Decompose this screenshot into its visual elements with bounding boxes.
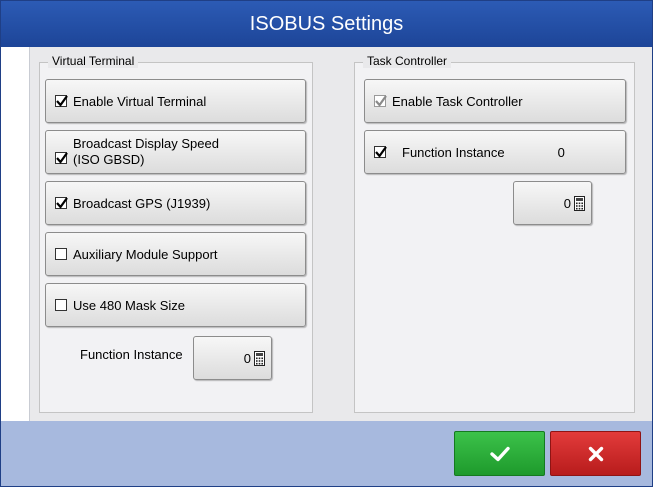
tc-function-instance-checkbox[interactable]	[374, 146, 387, 158]
broadcast-display-speed-checkbox[interactable]	[55, 152, 68, 164]
isobus-settings-window: ISOBUS Settings Virtual Terminal Enable …	[0, 0, 653, 487]
virtual-terminal-group: Virtual Terminal Enable Virtual Terminal…	[39, 54, 313, 413]
calculator-icon	[574, 195, 585, 211]
calculator-icon	[254, 350, 265, 366]
broadcast-gps-option[interactable]: Broadcast GPS (J1939)	[45, 181, 306, 225]
task-controller-group: Task Controller Enable Task Controller F…	[354, 54, 635, 413]
virtual-terminal-label: Virtual Terminal	[48, 54, 139, 68]
use-480-mask-size-option[interactable]: Use 480 Mask Size	[45, 283, 306, 327]
enable-task-controller-checkbox[interactable]	[374, 95, 387, 107]
broadcast-display-speed-sublabel: (ISO GBSD)	[73, 152, 145, 167]
broadcast-gps-label: Broadcast GPS (J1939)	[73, 195, 211, 211]
check-icon	[56, 95, 68, 107]
enable-virtual-terminal-checkbox[interactable]	[55, 95, 68, 107]
cancel-button[interactable]	[550, 431, 641, 476]
tc-function-instance-button[interactable]: 0	[513, 181, 592, 225]
task-controller-label: Task Controller	[363, 54, 452, 68]
window-title: ISOBUS Settings	[1, 1, 652, 47]
auxiliary-module-support-checkbox[interactable]	[55, 248, 67, 260]
check-icon	[375, 146, 387, 158]
broadcast-gps-checkbox[interactable]	[55, 197, 68, 209]
broadcast-display-speed-option[interactable]: Broadcast Display Speed (ISO GBSD)	[45, 130, 306, 174]
tc-function-instance-option[interactable]: Function Instance 0	[364, 130, 626, 174]
enable-task-controller-label: Enable Task Controller	[392, 93, 523, 109]
tc-function-instance-current: 0	[557, 144, 565, 160]
check-icon	[489, 446, 510, 461]
use-480-mask-size-label: Use 480 Mask Size	[73, 297, 185, 313]
tc-function-instance-label: Function Instance	[402, 144, 505, 160]
enable-virtual-terminal-option[interactable]: Enable Virtual Terminal	[45, 79, 306, 123]
auxiliary-module-support-option[interactable]: Auxiliary Module Support	[45, 232, 306, 276]
check-icon	[375, 95, 387, 107]
enable-task-controller-option[interactable]: Enable Task Controller	[364, 79, 626, 123]
vt-function-instance-label: Function Instance	[80, 347, 183, 362]
enable-virtual-terminal-label: Enable Virtual Terminal	[73, 93, 207, 109]
check-icon	[56, 152, 68, 164]
tc-function-instance-value: 0	[563, 195, 571, 211]
settings-content: Virtual Terminal Enable Virtual Terminal…	[29, 47, 652, 421]
close-icon	[588, 446, 603, 461]
vt-function-instance-value: 0	[243, 350, 251, 366]
use-480-mask-size-checkbox[interactable]	[55, 299, 67, 311]
ok-button[interactable]	[454, 431, 545, 476]
check-icon	[56, 197, 68, 209]
broadcast-display-speed-label: Broadcast Display Speed	[73, 136, 219, 151]
vt-function-instance-button[interactable]: 0	[193, 336, 272, 380]
auxiliary-module-support-label: Auxiliary Module Support	[73, 246, 218, 262]
